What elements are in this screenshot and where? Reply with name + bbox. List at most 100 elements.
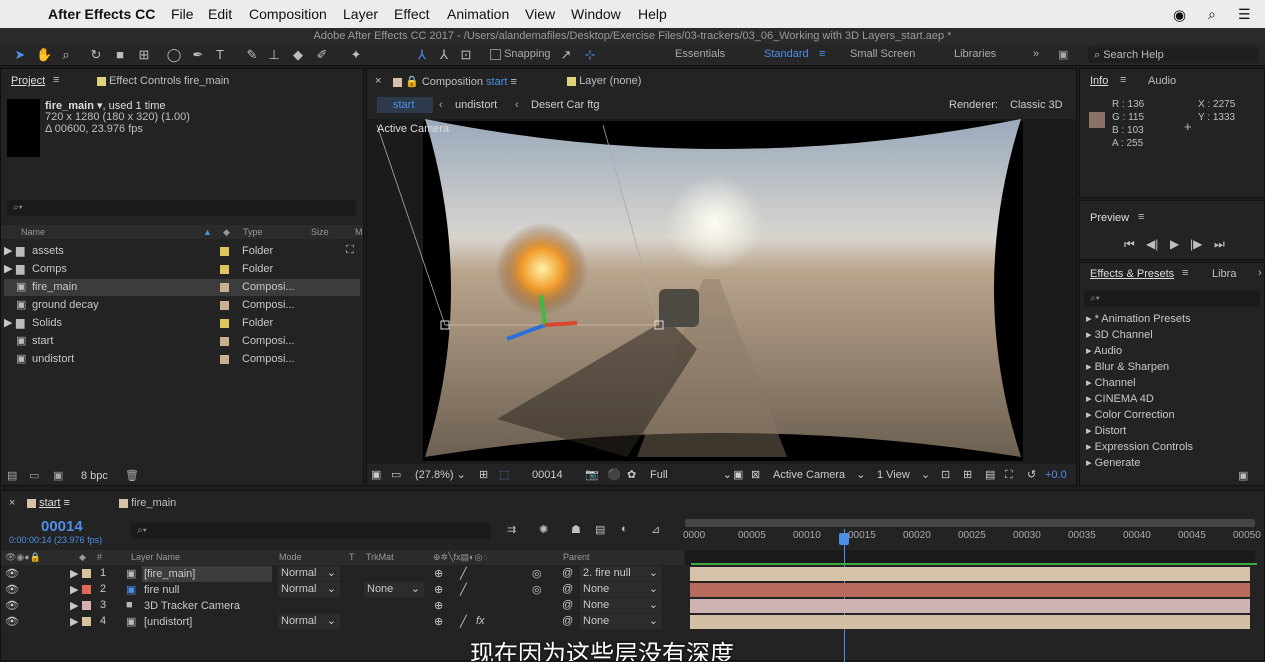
col-mode[interactable]: Mode [279,550,302,565]
label-swatch[interactable] [220,319,229,328]
frame-blending-icon[interactable]: ▤ [595,523,605,536]
label-swatch[interactable] [220,283,229,292]
parent-pickwhip-icon[interactable]: @ [562,615,573,627]
project-item[interactable]: ▣ undistort Composi... [4,351,360,368]
layer-row[interactable]: 👁 ▶ 3 ■ 3D Tracker Camera ⊕ @ None ⌄ [0,598,683,614]
views-dropdown[interactable]: 1 View ⌄ [877,465,930,485]
layer-name[interactable]: [fire_main] [142,566,272,582]
channel-icon[interactable]: ✿ [627,465,636,485]
visibility-eye-icon[interactable]: 👁 [5,615,19,628]
grid-icon[interactable]: ⊞ [479,465,488,485]
effect-category[interactable]: ▸ Distort [1086,424,1126,437]
work-area-bar[interactable] [685,519,1255,527]
resolution-dropdown[interactable]: Full ⌄ [650,465,732,485]
menu-window[interactable]: Window [571,6,621,22]
project-item[interactable]: ▶ ▆ Solids Folder [4,315,360,332]
info-tab[interactable]: Info [1090,75,1108,87]
last-frame-icon[interactable]: ⏭ [1214,237,1225,252]
expand-triangle-icon[interactable]: ▶ [70,583,78,596]
pen-tool-icon[interactable]: ✒ [190,47,206,63]
trkmat-dropdown[interactable]: None ⌄ [364,582,424,597]
disclosure-triangle-icon[interactable]: ▶ [4,243,12,260]
zoom-dropdown[interactable]: (27.8%) ⌄ [415,465,466,485]
effect-controls-tab[interactable]: Effect Controls fire_main [97,75,229,87]
visibility-eye-icon[interactable]: 👁 [5,567,19,580]
effect-category[interactable]: ▸ Blur & Sharpen [1086,360,1169,373]
region-of-interest-icon[interactable]: ⬚ [499,465,509,485]
label-swatch[interactable] [220,265,229,274]
rotation-tool-icon[interactable]: ↻ [88,47,104,63]
fast-previews-icon[interactable]: ▣ [733,465,743,485]
selection-tool-icon[interactable]: ➤ [12,47,28,63]
new-preset-icon[interactable]: ▣ [1238,469,1248,482]
col-type[interactable]: Type [243,225,263,239]
pan-behind-tool-icon[interactable]: ⊞ [136,47,152,63]
parent-dropdown[interactable]: None ⌄ [580,598,662,613]
effect-category[interactable]: ▸ Expression Controls [1086,440,1193,453]
comp-mini-flowchart-icon[interactable]: ⇉ [507,523,516,536]
close-timeline-tab-icon[interactable]: × [9,497,15,509]
parent-pickwhip-icon[interactable]: @ [562,599,573,611]
hand-tool-icon[interactable]: ✋ [36,47,52,63]
timeline-timecode[interactable]: 00014 [41,518,83,535]
project-item[interactable]: ▣ ground decay Composi... [4,297,360,314]
layer-tab[interactable]: Layer (none) [567,75,641,87]
label-column-icon[interactable]: ◆ [223,225,230,239]
effect-category[interactable]: ▸ Generate [1086,456,1140,469]
effect-category[interactable]: ▸ Audio [1086,344,1122,357]
shy-switch-icon[interactable]: ⊕ [434,599,443,612]
disclosure-triangle-icon[interactable]: ▶ [4,315,12,332]
exposure-value[interactable]: +0.0 [1045,465,1067,485]
preview-tab[interactable]: Preview [1090,212,1129,224]
libraries-tab[interactable]: Libra [1212,268,1236,280]
show-snapshot-icon[interactable]: ⚫ [607,465,621,485]
menu-edit[interactable]: Edit [208,6,232,22]
composition-tab[interactable]: 🔒 Composition start ≡ [393,75,517,88]
more-workspaces-icon[interactable]: » [1033,48,1039,60]
expand-triangle-icon[interactable]: ▶ [70,615,78,628]
interpret-footage-icon[interactable]: ▤ [7,467,17,485]
monitor-icon[interactable]: ▭ [391,465,401,485]
layer-name[interactable]: 3D Tracker Camera [142,598,272,614]
view-axis-icon[interactable]: ⊡ [458,47,474,63]
menu-composition[interactable]: Composition [249,6,327,22]
layer-duration-bar[interactable] [690,567,1250,581]
timeline-icon[interactable]: ▤ [985,465,995,485]
menu-file[interactable]: File [171,6,194,22]
new-composition-icon[interactable]: ▣ [53,467,63,485]
col-trkmat[interactable]: TrkMat [366,550,394,565]
motion-blur-icon[interactable]: ◐ [621,523,628,535]
project-item[interactable]: ▣ fire_main Composi... [4,279,360,296]
breadcrumb-start[interactable]: start [377,97,433,113]
layer-label-swatch[interactable] [82,601,91,610]
project-item[interactable]: ▶ ▆ assets Folder [4,243,360,260]
draft-3d-icon[interactable]: ✺ [539,523,548,536]
creative-cloud-icon[interactable]: ◉ [1173,6,1186,24]
shy-switch-icon[interactable]: ⊕ [434,583,443,596]
app-menu[interactable]: After Effects CC [48,6,155,22]
preview-menu-icon[interactable]: ≡ [1138,211,1144,223]
effects-search-input[interactable]: ⌕▾ [1084,291,1260,307]
graph-editor-icon[interactable]: ⊿ [651,523,660,536]
next-frame-icon[interactable]: |▶ [1190,237,1202,251]
project-item[interactable]: ▶ ▆ Comps Folder [4,261,360,278]
3d-layer-switch-icon[interactable]: ◎ [532,567,542,580]
close-tab-icon[interactable]: × [375,75,381,87]
project-tab[interactable]: Project [11,75,45,87]
camera-tool-icon[interactable]: ■ [112,47,128,63]
workspace-small-screen[interactable]: Small Screen [850,48,915,60]
prev-frame-icon[interactable]: ◀| [1146,237,1158,251]
transparency-grid-icon[interactable]: ⊠ [751,465,760,485]
menu-layer[interactable]: Layer [343,6,378,22]
comp-viewer[interactable]: Active Camera [367,119,1076,464]
layer-row[interactable]: 👁 ▶ 2 ▣ fire null Normal ⌄ None ⌄ ⊕ ╱ ◎ @ None ⌄ [0,582,683,598]
local-axis-icon[interactable]: ⅄ [414,47,430,63]
col-media[interactable]: M [355,225,363,239]
breadcrumb-desert[interactable]: Desert Car ftg [531,97,599,113]
workspace-standard[interactable]: Standard [764,48,809,60]
visibility-eye-icon[interactable]: 👁 [5,599,19,612]
quality-switch-icon[interactable]: ╱ [460,567,467,580]
effect-category[interactable]: ▸ Color Correction [1086,408,1175,421]
workspace-menu-icon[interactable]: ≡ [819,48,825,60]
layer-name[interactable]: [undistort] [142,614,272,630]
